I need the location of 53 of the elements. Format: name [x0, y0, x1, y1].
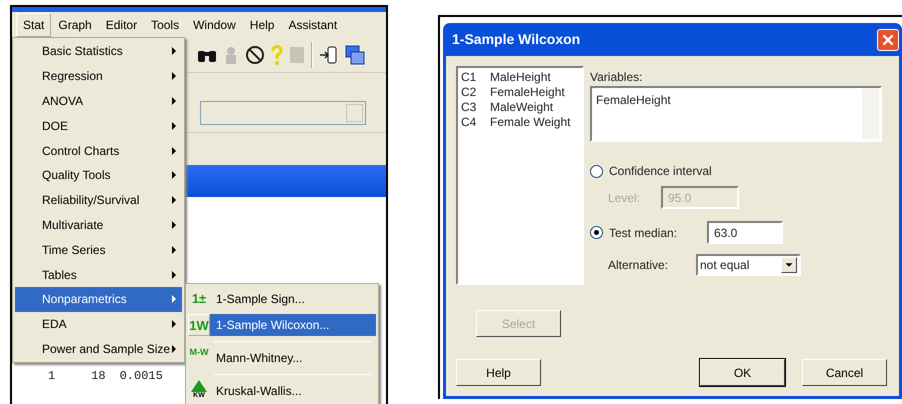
menu-item[interactable]: Power and Sample Size — [15, 336, 182, 362]
menu-item[interactable]: Help — [242, 12, 282, 36]
menu-item[interactable]: Regression — [15, 64, 182, 89]
scrollbar[interactable] — [862, 89, 879, 139]
menu-item[interactable]: Tables — [15, 262, 182, 287]
mann-whitney-icon: M-W — [188, 347, 210, 369]
menu-item[interactable]: Stat — [16, 12, 52, 36]
menu-item[interactable]: Assistant — [281, 12, 344, 36]
menu-item[interactable]: Graph — [51, 12, 99, 36]
level-label: Level: — [608, 190, 642, 206]
windows-icon[interactable] — [345, 44, 365, 64]
column-list[interactable]: C1 MaleHeight C2 FemaleHeight C3 MaleWeight C4 Female Weight — [456, 66, 584, 285]
arrow-into-icon[interactable] — [319, 44, 339, 64]
cancel-icon[interactable] — [245, 44, 265, 64]
menu-item[interactable]: Multivariate — [15, 212, 182, 238]
menu-item[interactable]: Nonparametrics — [15, 286, 182, 312]
dialog-button[interactable]: Help — [456, 359, 541, 386]
menu-item[interactable]: Kruskal-Wallis... — [210, 380, 376, 402]
variables-value: FemaleHeight — [596, 93, 671, 107]
variables-field[interactable]: FemaleHeight — [590, 86, 882, 142]
menu-item[interactable]: Tools — [144, 12, 186, 36]
dialog-title: 1-Sample Wilcoxon — [452, 30, 580, 49]
table-cell-text: 0.0015 — [120, 368, 163, 385]
dialog-button[interactable]: Cancel — [802, 359, 887, 386]
radio-button[interactable] — [590, 226, 603, 239]
test-median-label: Test median: — [609, 224, 678, 242]
dialog-button[interactable]: OK — [700, 359, 785, 386]
list-item[interactable]: C3 MaleWeight — [461, 100, 579, 115]
menu-item[interactable]: Editor — [98, 12, 144, 36]
menu-item[interactable]: ANOVA — [15, 88, 182, 114]
menu-item[interactable]: DOE — [15, 113, 182, 138]
list-item[interactable]: C4 Female Weight — [461, 115, 579, 130]
list-item[interactable]: C2 FemaleHeight — [461, 85, 579, 100]
menu-item[interactable]: 1-Sample Wilcoxon... — [210, 314, 376, 336]
menu-item[interactable]: EDA — [15, 312, 182, 337]
menu-item[interactable]: Window — [186, 12, 243, 36]
table-cell-text: 18 — [91, 368, 106, 385]
menu-item[interactable]: Quality Tools — [15, 162, 182, 188]
alternative-dropdown[interactable]: not equal — [696, 254, 801, 276]
menu-item[interactable]: Reliability/Survival — [15, 188, 182, 213]
menu-item[interactable]: Control Charts — [15, 138, 182, 163]
alternative-label: Alternative: — [608, 257, 670, 274]
list-item[interactable]: C1 MaleHeight — [461, 70, 579, 85]
test-median-field[interactable]: 63.0 — [707, 221, 783, 244]
menu-item[interactable]: Mann-Whitney... — [210, 347, 376, 369]
close-icon[interactable] — [877, 28, 899, 50]
sign-test-icon: 1± — [188, 288, 210, 310]
table-cell-text: 1 — [48, 368, 56, 385]
menu-item[interactable]: 1-Sample Sign... — [210, 288, 376, 310]
wilcoxon-icon: 1W — [188, 314, 210, 336]
confidence-interval-label: Confidence interval — [609, 163, 712, 180]
menu-item[interactable]: Time Series — [15, 237, 182, 262]
variables-label: Variables: — [590, 69, 644, 86]
